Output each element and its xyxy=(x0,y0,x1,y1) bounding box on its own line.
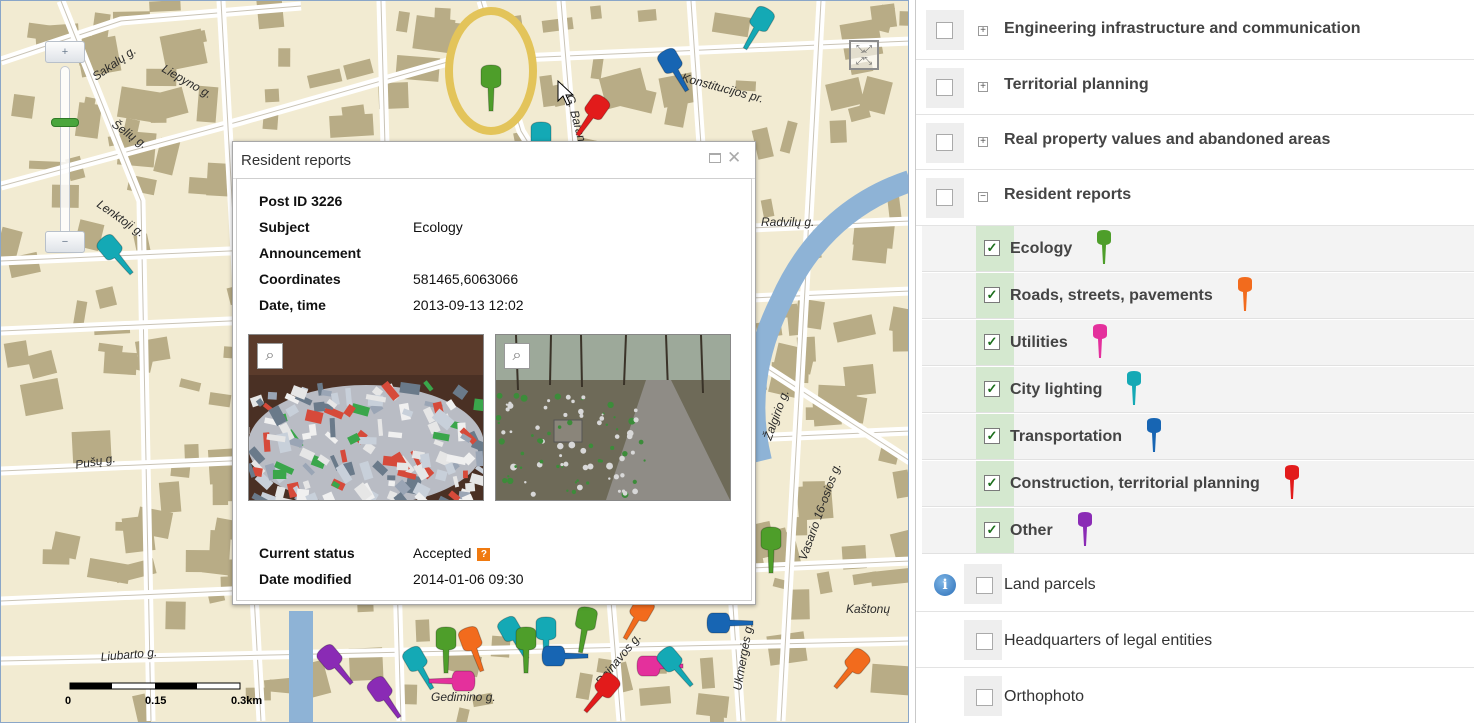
report-type-checkbox[interactable]: ✓ xyxy=(984,381,1000,397)
help-icon[interactable]: ? xyxy=(477,548,491,561)
report-type-row[interactable]: ✓ Transportation xyxy=(922,414,1474,460)
modified-label: Date modified xyxy=(259,571,352,587)
layer-label: Orthophoto xyxy=(1004,688,1085,705)
report-type-label: Construction, territorial planning xyxy=(1010,475,1260,492)
report-type-checkbox[interactable]: ✓ xyxy=(984,334,1000,350)
layer-group-engineering[interactable]: + Engineering infrastructure and communi… xyxy=(916,0,1474,60)
layer-label: Real property values and abandoned areas xyxy=(1004,131,1331,148)
report-type-label: Other xyxy=(1010,522,1053,539)
report-type-row[interactable]: ✓ Other xyxy=(922,508,1474,554)
report-photo-2[interactable]: ⌕ xyxy=(495,334,731,501)
map-view[interactable]: Sakalų g. Liepyno g. Šelių g. Lenktoji g. Ko… xyxy=(0,0,909,723)
map-pin-icon xyxy=(1147,418,1161,452)
status-label: Current status xyxy=(259,545,355,561)
zoom-in-button[interactable]: + xyxy=(45,41,85,63)
report-type-checkbox[interactable]: ✓ xyxy=(984,428,1000,444)
street-label: Kaštonų xyxy=(846,602,890,616)
layer-group-resident-reports[interactable]: − Resident reports xyxy=(916,170,1474,226)
map-pin-icon xyxy=(1093,324,1107,358)
zoom-out-label: − xyxy=(61,236,69,248)
zoom-in-label: + xyxy=(61,46,69,58)
report-type-label: Utilities xyxy=(1010,334,1068,351)
layer-checkbox[interactable] xyxy=(976,689,993,706)
layer-orthophoto[interactable]: Orthophoto xyxy=(916,668,1474,723)
layer-group-real-property[interactable]: + Real property values and abandoned are… xyxy=(916,115,1474,170)
report-type-row[interactable]: ✓ Utilities xyxy=(922,320,1474,366)
report-type-checkbox[interactable]: ✓ xyxy=(984,475,1000,491)
layer-label: Land parcels xyxy=(1004,576,1096,593)
map-pin-icon xyxy=(1285,465,1299,499)
photo-park-image xyxy=(496,335,730,500)
report-type-label: Ecology xyxy=(1010,240,1073,257)
layer-checkbox[interactable] xyxy=(936,189,953,206)
zoom-slider-track[interactable] xyxy=(60,66,70,236)
expand-icon[interactable]: + xyxy=(978,82,988,92)
layer-checkbox[interactable] xyxy=(976,633,993,650)
popup-body: Post ID 3226 Subject Ecology Announcement… xyxy=(236,178,752,601)
modified-value: 2014-01-06 09:30 xyxy=(413,571,524,587)
expand-icon[interactable]: + xyxy=(978,26,988,36)
layer-label: Headquarters of legal entities xyxy=(1004,632,1213,649)
paperclip-icon[interactable]: ⌕ xyxy=(504,343,530,369)
layer-checkbox[interactable] xyxy=(936,79,953,96)
report-type-row[interactable]: ✓ Roads, streets, pavements xyxy=(922,273,1474,319)
map-pin-icon xyxy=(1078,512,1092,546)
layer-checkbox[interactable] xyxy=(936,134,953,151)
field-key: Post ID 3226 xyxy=(259,193,343,209)
report-type-checkbox[interactable]: ✓ xyxy=(984,522,1000,538)
fullscreen-icon: ⤡⤢ ⤢⤡ xyxy=(856,44,872,67)
report-type-row[interactable]: ✓ City lighting xyxy=(922,367,1474,413)
close-icon[interactable]: ✕ xyxy=(727,149,741,166)
layer-land-parcels[interactable]: i Land parcels xyxy=(916,556,1474,612)
field-value: 2013-09-13 12:02 xyxy=(413,297,524,313)
report-type-label: Roads, streets, pavements xyxy=(1010,287,1213,304)
layer-label: Engineering infrastructure and communica… xyxy=(1004,20,1361,37)
scale-label-0: 0 xyxy=(65,695,72,707)
status-value: Accepted xyxy=(413,545,472,561)
paperclip-icon[interactable]: ⌕ xyxy=(257,343,283,369)
report-type-label: City lighting xyxy=(1010,381,1103,398)
scale-label-mid: 0.15 xyxy=(145,695,167,707)
field-value: Ecology xyxy=(413,219,463,235)
layer-label: Territorial planning xyxy=(1004,76,1149,93)
fullscreen-button[interactable]: ⤡⤢ ⤢⤡ xyxy=(849,40,879,70)
field-key: Date, time xyxy=(259,297,326,313)
popup-header: Resident reports ✕ xyxy=(233,142,755,179)
info-icon[interactable]: i xyxy=(934,574,956,596)
layer-panel: + Engineering infrastructure and communi… xyxy=(915,0,1474,723)
street-label: Gedimino g. xyxy=(431,690,496,704)
report-type-label: Transportation xyxy=(1010,428,1123,445)
map-pin-icon xyxy=(1097,230,1111,264)
report-type-checkbox[interactable]: ✓ xyxy=(984,287,1000,303)
popup-title: Resident reports xyxy=(241,152,352,169)
expand-icon[interactable]: + xyxy=(978,137,988,147)
report-popup: Resident reports ✕ Post ID 3226 Subject E… xyxy=(232,141,756,605)
scale-label-max: 0.3km xyxy=(231,695,263,707)
layer-checkbox[interactable] xyxy=(976,577,993,594)
scale-bar: 0 0.15 0.3km xyxy=(65,679,265,713)
zoom-control: + − xyxy=(45,41,85,263)
report-type-row[interactable]: ✓ Construction, territorial planning xyxy=(922,461,1474,507)
photo-cans-image xyxy=(249,335,483,500)
field-key: Announcement xyxy=(259,245,361,261)
field-key: Subject xyxy=(259,219,310,235)
map-pin-icon xyxy=(1127,371,1141,405)
map-pin-icon xyxy=(1238,277,1252,311)
report-type-row[interactable]: ✓ Ecology xyxy=(922,226,1474,272)
collapse-icon[interactable]: − xyxy=(978,192,988,202)
layer-group-territorial-planning[interactable]: + Territorial planning xyxy=(916,60,1474,115)
field-key: Coordinates xyxy=(259,271,341,287)
street-label: Radvilų g. xyxy=(761,215,814,229)
field-value: 581465,6063066 xyxy=(413,271,519,287)
zoom-out-button[interactable]: − xyxy=(45,231,85,253)
maximize-icon[interactable] xyxy=(709,153,721,163)
report-type-checkbox[interactable]: ✓ xyxy=(984,240,1000,256)
layer-checkbox[interactable] xyxy=(936,22,953,39)
map-pin xyxy=(833,648,871,690)
layer-legal-entities[interactable]: Headquarters of legal entities xyxy=(916,612,1474,668)
report-photo-1[interactable]: ⌕ xyxy=(248,334,484,501)
zoom-slider-handle[interactable] xyxy=(51,118,79,127)
map-pin xyxy=(428,670,476,692)
layer-label: Resident reports xyxy=(1004,186,1132,203)
